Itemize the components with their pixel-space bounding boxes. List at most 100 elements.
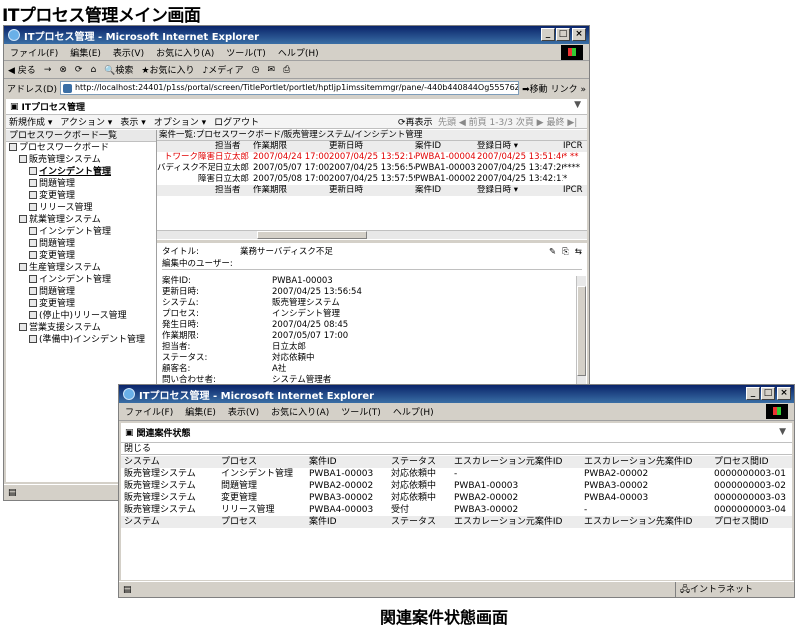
tree-item[interactable]: インシデント管理 [6, 274, 156, 286]
close-button[interactable]: × [572, 28, 586, 41]
tree-item[interactable]: プロセスワークボード [6, 142, 156, 154]
maximize-button[interactable]: □ [556, 28, 570, 41]
minimize-button[interactable]: _ [541, 28, 555, 41]
new-menu[interactable]: 新規作成 ▾ [9, 115, 52, 128]
menu-tools[interactable]: ツール(T) [220, 46, 272, 59]
tree-item[interactable]: 販売管理システム [6, 154, 156, 166]
page-content-2: ▣ 関連案件状態 ▼ 閉じる システム プロセス 案件ID ステータス エスカレーション… [121, 423, 792, 580]
menu-file-2[interactable]: ファイル(F) [119, 405, 179, 418]
table-cell: PWBA4-00003 [584, 493, 649, 503]
column-header[interactable]: 作業期限 [253, 141, 329, 152]
table-row[interactable]: 販売管理システム 変更管理 PWBA3-00002 対応依頼中 PWBA2-00002 P… [121, 492, 792, 504]
column-header[interactable]: IPCR [563, 185, 587, 196]
paging-nav[interactable]: 先頭 ◀ 前頁 1-3/3 次頁 ▶ 最終 ▶| [438, 115, 577, 128]
close-link[interactable]: 閉じる [121, 443, 792, 455]
collapse-icon-2[interactable]: ▼ [779, 427, 786, 437]
tree-item[interactable]: 変更管理 [6, 298, 156, 310]
tree-item[interactable]: (準備中)インシデント管理 [6, 334, 156, 346]
table-cell: PWBA2-00002 [309, 481, 374, 491]
menu-edit[interactable]: 編集(E) [64, 46, 107, 59]
media-button[interactable]: ♪メディア [203, 63, 244, 76]
tree-item[interactable]: 問題管理 [6, 286, 156, 298]
menu-edit-2[interactable]: 編集(E) [179, 405, 222, 418]
column-header: エスカレーション先案件ID [584, 457, 693, 467]
list-scrollbar[interactable] [157, 230, 587, 239]
column-header[interactable]: 登録日時 ▾ [477, 141, 563, 152]
refresh-icon[interactable]: ⟳ [75, 65, 83, 75]
tree-item[interactable]: 問題管理 [6, 178, 156, 190]
tree-item[interactable]: 変更管理 [6, 250, 156, 262]
minimize-button-2[interactable]: _ [746, 387, 760, 400]
list-row[interactable]: トワーク障害 日立太郎 2007/04/24 17:00 2007/04/25 13:… [157, 152, 587, 163]
table-row[interactable]: 販売管理システム インシデント管理 PWBA1-00003 対応依頼中 - PWBA2-0… [121, 468, 792, 480]
column-header[interactable]: 更新日時 [329, 185, 415, 196]
page-title: ITプロセス管理メイン画面 [2, 6, 201, 26]
menu-view-2[interactable]: 表示(V) [222, 405, 265, 418]
column-header: 案件ID [309, 517, 337, 527]
mail-icon[interactable]: ✉ [267, 65, 275, 75]
menu-help-2[interactable]: ヘルプ(H) [387, 405, 440, 418]
action-menu[interactable]: アクション ▾ [60, 115, 112, 128]
menu-tools-2[interactable]: ツール(T) [335, 405, 387, 418]
table-cell: 対応依頼中 [391, 481, 437, 491]
menu-favorites-2[interactable]: お気に入り(A) [265, 405, 335, 418]
detail-field: 案件ID: PWBA1-00003 [162, 276, 582, 287]
column-header[interactable]: 担当者 [215, 185, 253, 196]
menu-help[interactable]: ヘルプ(H) [272, 46, 325, 59]
menu-view[interactable]: 表示(V) [107, 46, 150, 59]
splitter[interactable] [157, 240, 587, 243]
column-header[interactable]: 作業期限 [253, 185, 329, 196]
search-button[interactable]: 🔍検索 [104, 63, 133, 76]
logout-link[interactable]: ログアウト [214, 115, 259, 128]
tree-item[interactable]: インシデント管理 [6, 226, 156, 238]
stop-icon[interactable]: ⊗ [59, 65, 67, 75]
address-input[interactable]: http://localhost:24401/p1ss/portal/scree… [59, 81, 520, 95]
forward-button[interactable]: → [44, 65, 52, 75]
copy-icon[interactable]: ⎘ [562, 246, 569, 258]
list-row[interactable]: 障害 日立太郎 2007/05/08 17:00 2007/04/25 13:57:5… [157, 174, 587, 185]
menu-favorites[interactable]: お気に入り(A) [150, 46, 220, 59]
home-icon[interactable]: ⌂ [90, 65, 96, 75]
column-header[interactable]: 案件ID [415, 185, 477, 196]
edit-icon[interactable]: ✎ [549, 246, 556, 258]
close-button-2[interactable]: × [777, 387, 791, 400]
detail-field-label: システム: [162, 298, 199, 308]
related-icon[interactable]: ⇆ [575, 246, 582, 258]
column-header[interactable]: IPCR [563, 141, 587, 152]
table-row[interactable]: 販売管理システム 問題管理 PWBA2-00002 対応依頼中 PWBA1-00003 P… [121, 480, 792, 492]
tree-item[interactable]: 変更管理 [6, 190, 156, 202]
table-cell: PWBA4-00003 [309, 505, 374, 515]
detail-editing-label: 編集中のユーザー: [162, 258, 582, 270]
option-menu[interactable]: オプション ▾ [154, 115, 206, 128]
table-cell: PWBA3-00002 [584, 481, 649, 491]
column-header: エスカレーション先案件ID [584, 517, 693, 527]
history-icon[interactable]: ◷ [252, 65, 260, 75]
tree-item[interactable]: 問題管理 [6, 238, 156, 250]
column-header[interactable]: 更新日時 [329, 141, 415, 152]
view-menu[interactable]: 表示 ▾ [120, 115, 145, 128]
maximize-button-2[interactable]: □ [761, 387, 775, 400]
tree-item[interactable]: (停止中)リリース管理 [6, 310, 156, 322]
back-button[interactable]: ◀ 戻る [8, 63, 36, 76]
go-button[interactable]: ➡移動 [522, 82, 548, 95]
favorites-button[interactable]: ★お気に入り [141, 63, 194, 76]
table-cell: PWBA3-00002 [454, 505, 519, 515]
column-header[interactable] [157, 185, 215, 196]
collapse-icon[interactable]: ▼ [574, 100, 581, 110]
tree-item[interactable]: 営業支援システム [6, 322, 156, 334]
tree-item[interactable]: 就業管理システム [6, 214, 156, 226]
list-row[interactable]: バディスク不足 日立太郎 2007/05/07 17:00 2007/04/25 13… [157, 163, 587, 174]
column-header[interactable]: 案件ID [415, 141, 477, 152]
column-header[interactable] [157, 141, 215, 152]
tree-node-icon [29, 287, 37, 295]
tree-item[interactable]: 生産管理システム [6, 262, 156, 274]
tree-item[interactable]: リリース管理 [6, 202, 156, 214]
menu-file[interactable]: ファイル(F) [4, 46, 64, 59]
column-header[interactable]: 担当者 [215, 141, 253, 152]
print-icon[interactable]: ⎙ [283, 65, 290, 75]
tree-item[interactable]: インシデント管理 [6, 166, 156, 178]
refresh-button[interactable]: ⟳再表示 [398, 115, 433, 128]
table-row[interactable]: 販売管理システム リリース管理 PWBA4-00003 受付 PWBA3-00002 - 0… [121, 504, 792, 516]
links-button[interactable]: リンク » [551, 82, 586, 95]
column-header[interactable]: 登録日時 ▾ [477, 185, 563, 196]
